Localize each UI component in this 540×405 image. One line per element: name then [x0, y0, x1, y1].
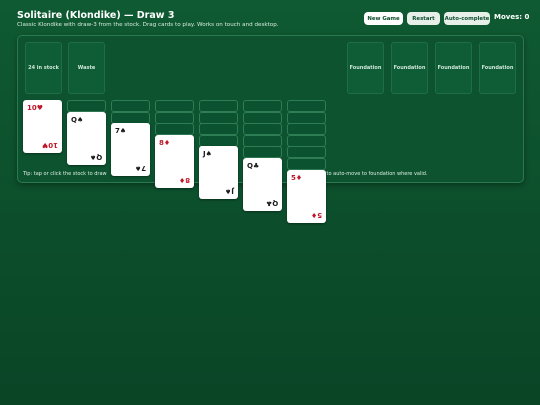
face-down-card	[67, 100, 106, 112]
new-game-button[interactable]: New Game	[364, 12, 403, 25]
face-down-card	[287, 158, 326, 170]
face-down-card	[287, 146, 326, 159]
face-down-card	[199, 100, 238, 112]
face-down-card	[287, 134, 326, 147]
face-down-card	[111, 111, 150, 124]
header: Solitaire (Klondike) — Draw 3 Classic Kl…	[17, 10, 529, 38]
tip-text: Tip: tap or click the stock to draw	[23, 171, 107, 177]
foundation-1[interactable]: Foundation	[347, 42, 384, 94]
face-down-card	[243, 111, 282, 124]
waste-label: Waste	[77, 65, 96, 71]
auto-complete-button[interactable]: Auto-complete	[444, 12, 490, 25]
card-rank-bottom: J♠	[225, 187, 234, 196]
foundation-label: Foundation	[481, 65, 514, 71]
page-title: Solitaire (Klondike) — Draw 3	[17, 10, 175, 21]
foundation-4[interactable]: Foundation	[479, 42, 516, 94]
restart-button[interactable]: Restart	[407, 12, 440, 25]
playing-card[interactable]: J♠ J♠	[199, 146, 238, 200]
card-rank-top: 7♠	[115, 127, 127, 136]
face-down-card	[111, 100, 150, 112]
card-rank-top: Q♣	[247, 162, 260, 170]
page-subtitle: Classic Klondike with draw-3 from the st…	[17, 22, 279, 28]
foundation-2[interactable]: Foundation	[391, 42, 428, 94]
playing-card[interactable]: Q♣ Q♣	[243, 158, 282, 211]
face-down-card	[199, 123, 238, 136]
card-rank-bottom: Q♣	[265, 199, 278, 207]
face-down-card	[287, 111, 326, 124]
face-down-card	[243, 123, 282, 136]
stock-count: 24 in stock	[28, 65, 59, 71]
card-rank-bottom: 10♥	[41, 141, 58, 149]
moves-counter: Moves: 0	[494, 13, 530, 21]
card-rank-bottom: 8♦	[178, 175, 190, 184]
face-down-card	[243, 134, 282, 147]
foundation-label: Foundation	[437, 65, 470, 71]
foundation-label: Foundation	[349, 65, 382, 71]
card-rank-bottom: Q♠	[89, 152, 102, 161]
waste-pile[interactable]: Waste	[68, 42, 105, 94]
card-rank-top: 5♦	[291, 173, 303, 182]
tip-text-continued: card to auto-move to foundation where va…	[314, 171, 428, 177]
card-rank-top: J♠	[203, 150, 212, 159]
playing-card[interactable]: 8♦ 8♦	[155, 134, 194, 188]
face-down-card	[199, 111, 238, 124]
card-rank-top: 8♦	[159, 138, 171, 147]
face-down-card	[287, 100, 326, 112]
face-down-card	[155, 123, 194, 136]
foundation-label: Foundation	[393, 65, 426, 71]
card-rank-bottom: 5♦	[310, 210, 322, 219]
card-rank-bottom: 7♠	[134, 164, 146, 173]
stock-pile[interactable]: 24 in stock	[25, 42, 62, 94]
card-rank-top: 10♥	[27, 104, 44, 112]
face-down-card	[155, 100, 194, 112]
face-down-card	[199, 134, 238, 147]
card-rank-top: Q♠	[71, 115, 84, 124]
playing-card[interactable]: 10♥ 10♥	[23, 100, 62, 153]
playing-card[interactable]: 7♠ 7♠	[111, 123, 150, 177]
face-down-card	[155, 111, 194, 124]
foundation-3[interactable]: Foundation	[435, 42, 472, 94]
playing-card[interactable]: 5♦ 5♦	[287, 169, 326, 223]
playing-card[interactable]: Q♠ Q♠	[67, 111, 106, 165]
face-down-card	[287, 123, 326, 136]
face-down-card	[243, 100, 282, 112]
face-down-card	[243, 146, 282, 159]
